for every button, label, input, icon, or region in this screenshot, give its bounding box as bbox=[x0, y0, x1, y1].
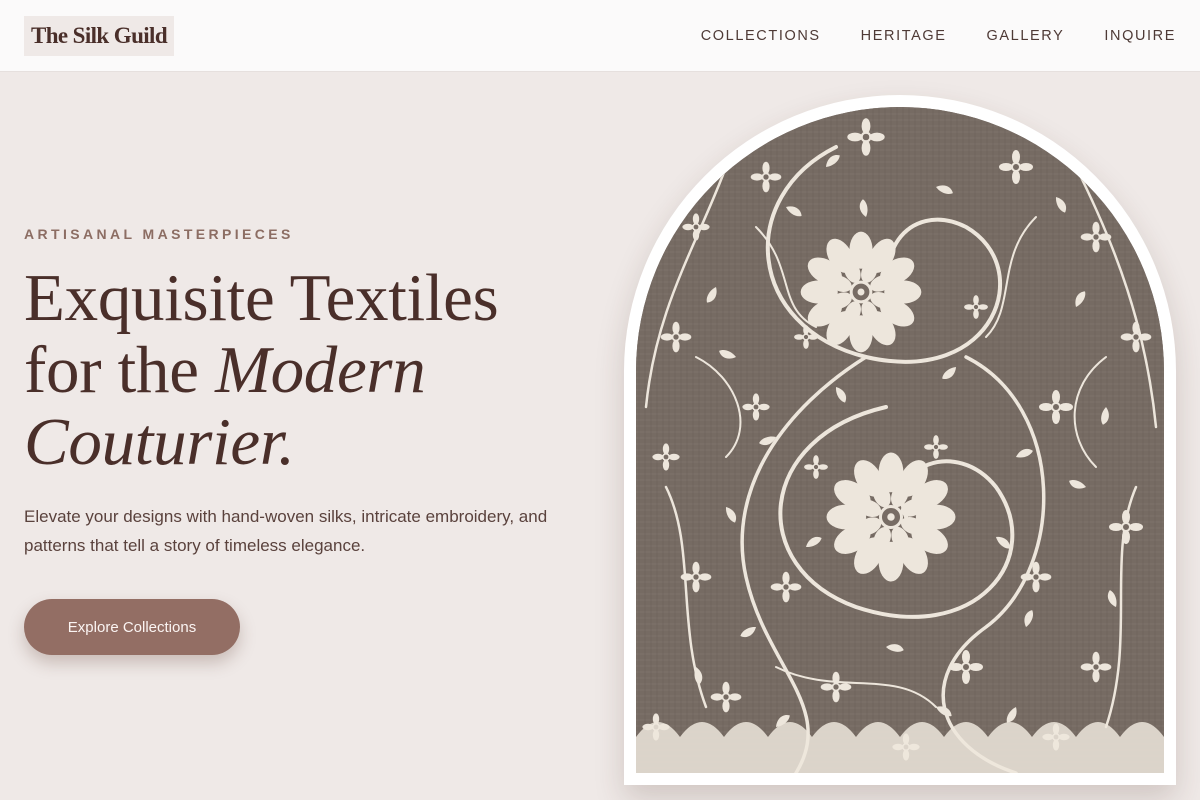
headline-line-3-italic: Couturier. bbox=[24, 405, 295, 479]
site-header: The Silk Guild COLLECTIONS HERITAGE GALL… bbox=[0, 0, 1200, 72]
hero-headline: Exquisite Textiles for the Modern Couturie… bbox=[24, 262, 604, 478]
nav-link-gallery[interactable]: GALLERY bbox=[987, 28, 1065, 44]
nav-link-collections[interactable]: COLLECTIONS bbox=[701, 28, 821, 44]
hero-eyebrow: ARTISANAL MASTERPIECES bbox=[24, 226, 294, 242]
headline-line-1: Exquisite Textiles bbox=[24, 261, 499, 335]
nav-link-heritage[interactable]: HERITAGE bbox=[861, 28, 947, 44]
hero-subtitle: Elevate your designs with hand-woven sil… bbox=[24, 507, 548, 555]
headline-line-2-plain: for the bbox=[24, 333, 216, 407]
hero-image-frame bbox=[624, 95, 1176, 785]
explore-collections-button[interactable]: Explore Collections bbox=[24, 599, 240, 655]
textile-pattern bbox=[636, 107, 1164, 773]
textile-image bbox=[636, 107, 1164, 773]
headline-line-2-italic: Modern bbox=[215, 333, 426, 407]
nav-link-inquire[interactable]: INQUIRE bbox=[1104, 28, 1176, 44]
brand-logo[interactable]: The Silk Guild bbox=[24, 16, 174, 56]
main-nav: COLLECTIONS HERITAGE GALLERY INQUIRE bbox=[701, 0, 1176, 72]
